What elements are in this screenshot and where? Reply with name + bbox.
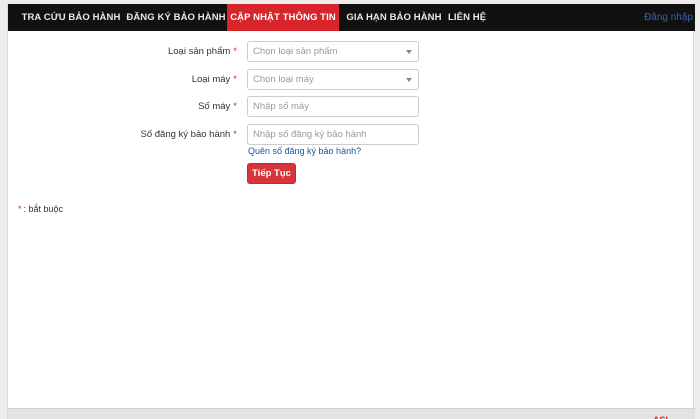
machine-type-label-text: Loại máy [191,74,231,85]
machine-number-label-text: Số máy [198,101,231,112]
nav-item-warranty-lookup[interactable]: TRA CỨU BẢO HÀNH [18,4,124,31]
required-mark: * [233,46,237,57]
warranty-number-row: Số đăng ký bảo hành * [8,124,695,145]
nav-item-warranty-extend[interactable]: GIA HẠN BẢO HÀNH [341,4,447,31]
top-navbar: TRA CỨU BẢO HÀNH ĐĂNG KÝ BẢO HÀNH CẬP NH… [8,4,695,31]
login-link[interactable]: Đăng nhập [644,4,695,31]
machine-number-row: Số máy * [8,96,695,117]
required-note: *: bắt buộc [18,204,63,214]
nav-item-contact[interactable]: LIÊN HỆ [448,4,486,31]
machine-type-row: Loại máy * Chọn loại máy [8,69,695,90]
warranty-number-label-text: Số đăng ký bảo hành [140,129,231,140]
forgot-warranty-number-link[interactable]: Quên số đăng ký bảo hành? [248,146,361,156]
product-type-select[interactable]: Chọn loại sản phẩm [247,41,419,62]
page-container: TRA CỨU BẢO HÀNH ĐĂNG KÝ BẢO HÀNH CẬP NH… [7,4,695,419]
machine-type-selected: Chọn loại máy [253,74,314,85]
nav-item-warranty-register[interactable]: ĐĂNG KÝ BẢO HÀNH [126,4,226,31]
required-note-mark: * [18,204,22,214]
machine-type-select[interactable]: Chọn loại máy [247,69,419,90]
warranty-number-input[interactable] [247,124,419,145]
machine-number-input[interactable] [247,96,419,117]
product-type-selected: Chọn loại sản phẩm [253,46,338,57]
footer-bar: ASI· [8,408,695,419]
chevron-down-icon [406,50,412,54]
required-note-text: : bắt buộc [23,204,64,214]
product-type-label: Loại sản phẩm * [168,41,237,62]
required-mark: * [233,101,237,112]
machine-type-label: Loại máy * [192,69,237,90]
product-type-label-text: Loại sản phẩm [167,46,231,57]
machine-number-label: Số máy * [198,96,237,117]
required-mark: * [233,129,237,140]
chevron-down-icon [406,78,412,82]
continue-button[interactable]: Tiếp Tục [247,163,296,184]
product-type-row: Loại sản phẩm * Chọn loại sản phẩm [8,41,695,62]
warranty-number-label: Số đăng ký bảo hành * [141,124,238,145]
required-mark: * [233,74,237,85]
nav-item-update-info[interactable]: CẬP NHẬT THÔNG TIN [227,4,339,31]
